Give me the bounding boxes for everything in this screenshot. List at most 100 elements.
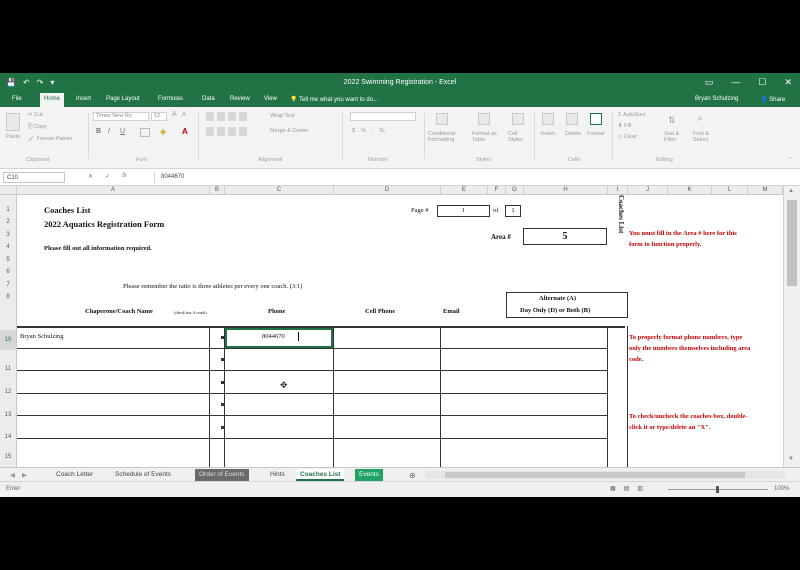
insert-cells-icon[interactable] <box>542 113 554 125</box>
phone-cell[interactable]: 8044670 <box>262 333 285 340</box>
tab-home[interactable]: Home <box>40 93 65 107</box>
column-header-g[interactable]: G <box>506 186 524 195</box>
font-color-icon[interactable]: A <box>182 127 188 136</box>
coach-checkbox[interactable] <box>221 403 224 406</box>
wrap-text-button[interactable]: Wrap Text <box>270 113 295 119</box>
align-top-icons[interactable] <box>206 112 250 121</box>
coach-checkbox[interactable] <box>221 381 224 384</box>
tab-formulas[interactable]: Formulas <box>158 96 183 102</box>
format-painter-button[interactable]: 🖌 Format Painter <box>28 136 73 142</box>
merge-center-button[interactable]: Merge & Center <box>270 128 309 134</box>
formula-input[interactable]: 8044670 <box>154 172 794 183</box>
row-header-3[interactable]: 3 <box>0 229 17 241</box>
tab-data[interactable]: Data <box>202 96 215 102</box>
row-header-14[interactable]: 14 <box>0 426 17 448</box>
minimize-button[interactable]: — <box>731 77 740 88</box>
sort-filter-button[interactable]: Sort & Filter <box>664 131 686 143</box>
shrink-font-icon[interactable]: A <box>182 112 186 118</box>
view-mode-icons[interactable]: ▦▤▥ <box>610 485 651 492</box>
column-header-k[interactable]: K <box>668 186 712 195</box>
delete-cells-icon[interactable] <box>566 113 578 125</box>
conditional-formatting-button[interactable]: Conditional Formatting <box>428 131 462 143</box>
copy-button[interactable]: ⎘ Copy <box>28 124 47 131</box>
fill-button[interactable]: ⬇ Fill <box>618 123 631 129</box>
paste-button[interactable]: Paste <box>6 134 20 140</box>
row-header-6[interactable]: 6 <box>0 266 17 279</box>
row-header-9[interactable] <box>0 304 17 310</box>
sort-filter-icon[interactable]: ⇅ <box>668 115 676 126</box>
column-header-i[interactable]: I <box>608 186 628 195</box>
maximize-button[interactable]: ☐ <box>758 77 766 88</box>
row-header-1[interactable]: 1 <box>0 204 17 216</box>
font-size-box[interactable]: 12 <box>151 112 167 121</box>
tab-page-layout[interactable]: Page Layout <box>106 96 140 102</box>
sheet-tab-coach-letter[interactable]: Coach Letter <box>52 469 97 481</box>
vertical-scroll-thumb[interactable] <box>787 200 797 286</box>
italic-button[interactable]: I <box>108 128 110 135</box>
row-header-13[interactable]: 13 <box>0 404 17 426</box>
row-header-7[interactable]: 7 <box>0 279 17 291</box>
column-header-a[interactable]: A <box>17 186 210 195</box>
column-header-c[interactable]: C <box>225 186 334 195</box>
close-button[interactable]: ✕ <box>784 77 792 88</box>
user-name[interactable]: Bryan Schulzing <box>695 96 738 102</box>
tab-review[interactable]: Review <box>230 96 250 102</box>
tab-insert[interactable]: Insert <box>76 96 91 102</box>
column-header-f[interactable]: F <box>488 186 506 195</box>
column-header-l[interactable]: L <box>712 186 748 195</box>
font-name-box[interactable]: Times New Ro <box>93 112 149 121</box>
scroll-down-icon[interactable]: ▼ <box>788 456 794 462</box>
scroll-up-icon[interactable]: ▲ <box>788 188 794 194</box>
format-as-table-button[interactable]: Format as Table <box>472 131 498 143</box>
column-header-j[interactable]: J <box>628 186 668 195</box>
row-header-2[interactable]: 2 <box>0 216 17 229</box>
worksheet[interactable]: Coaches List 2022 Aquatics Registration … <box>17 195 783 467</box>
name-box[interactable]: C10 <box>3 172 65 183</box>
page-number-cell[interactable]: 1 <box>437 205 490 217</box>
delete-cells-button[interactable]: Delete <box>565 131 581 137</box>
coach-checkbox[interactable] <box>221 426 224 429</box>
row-header-10[interactable]: 10 <box>0 330 17 350</box>
format-as-table-icon[interactable] <box>478 113 490 125</box>
horizontal-scroll-thumb[interactable] <box>445 472 745 478</box>
row-header-11[interactable]: 11 <box>0 358 17 380</box>
row-header-12[interactable]: 12 <box>0 381 17 403</box>
find-select-button[interactable]: Find & Select <box>693 131 715 143</box>
share-button[interactable]: 👤 Share <box>760 96 785 103</box>
column-header-d[interactable]: D <box>334 186 441 195</box>
collapse-ribbon-icon[interactable]: ⌃ <box>788 157 793 163</box>
sheet-tab-order-of-events[interactable]: Order of Events <box>195 469 249 481</box>
sheet-tab-hints[interactable]: Hints <box>266 469 289 481</box>
area-number-cell[interactable]: 5 <box>523 228 607 245</box>
cut-button[interactable]: ✂ Cut <box>28 112 43 118</box>
column-header-h[interactable]: H <box>524 186 608 195</box>
row-header-4[interactable]: 4 <box>0 241 17 254</box>
sheet-tab-schedule-of-events[interactable]: Schedule of Events <box>111 469 175 481</box>
sheet-tab-coaches-list[interactable]: Coaches List <box>296 469 345 481</box>
coach-checkbox[interactable] <box>221 336 224 339</box>
grow-font-icon[interactable]: A <box>172 111 177 118</box>
zoom-slider-handle[interactable] <box>716 486 719 493</box>
coach-checkbox[interactable] <box>221 358 224 361</box>
column-header-e[interactable]: E <box>441 186 488 195</box>
format-cells-button[interactable]: Format <box>587 131 604 137</box>
cancel-icon[interactable]: ✕ <box>88 173 93 180</box>
clear-button[interactable]: ◇ Clear <box>618 134 637 140</box>
enter-icon[interactable]: ✓ <box>105 173 110 180</box>
borders-icon[interactable] <box>140 128 150 137</box>
select-all-corner[interactable] <box>0 186 17 195</box>
tab-view[interactable]: View <box>264 96 277 102</box>
add-sheet-icon[interactable]: ⊕ <box>405 469 420 481</box>
format-cells-icon[interactable] <box>590 113 602 125</box>
tell-me-search[interactable]: 💡 Tell me what you want to do... <box>290 96 378 103</box>
ribbon-display-icon[interactable]: ▭ <box>705 77 714 88</box>
find-select-icon[interactable]: ⌕ <box>697 113 703 124</box>
paste-icon[interactable] <box>6 113 20 131</box>
insert-function-icon[interactable]: fx <box>122 173 127 180</box>
sheet-tab-events[interactable]: Events <box>355 469 383 481</box>
autosum-button[interactable]: Σ AutoSum <box>618 112 646 118</box>
fill-color-icon[interactable]: ◈ <box>160 127 166 136</box>
row-header-15[interactable]: 15 <box>0 448 17 466</box>
row-header-5[interactable]: 5 <box>0 254 17 266</box>
horizontal-scrollbar[interactable] <box>425 471 785 479</box>
